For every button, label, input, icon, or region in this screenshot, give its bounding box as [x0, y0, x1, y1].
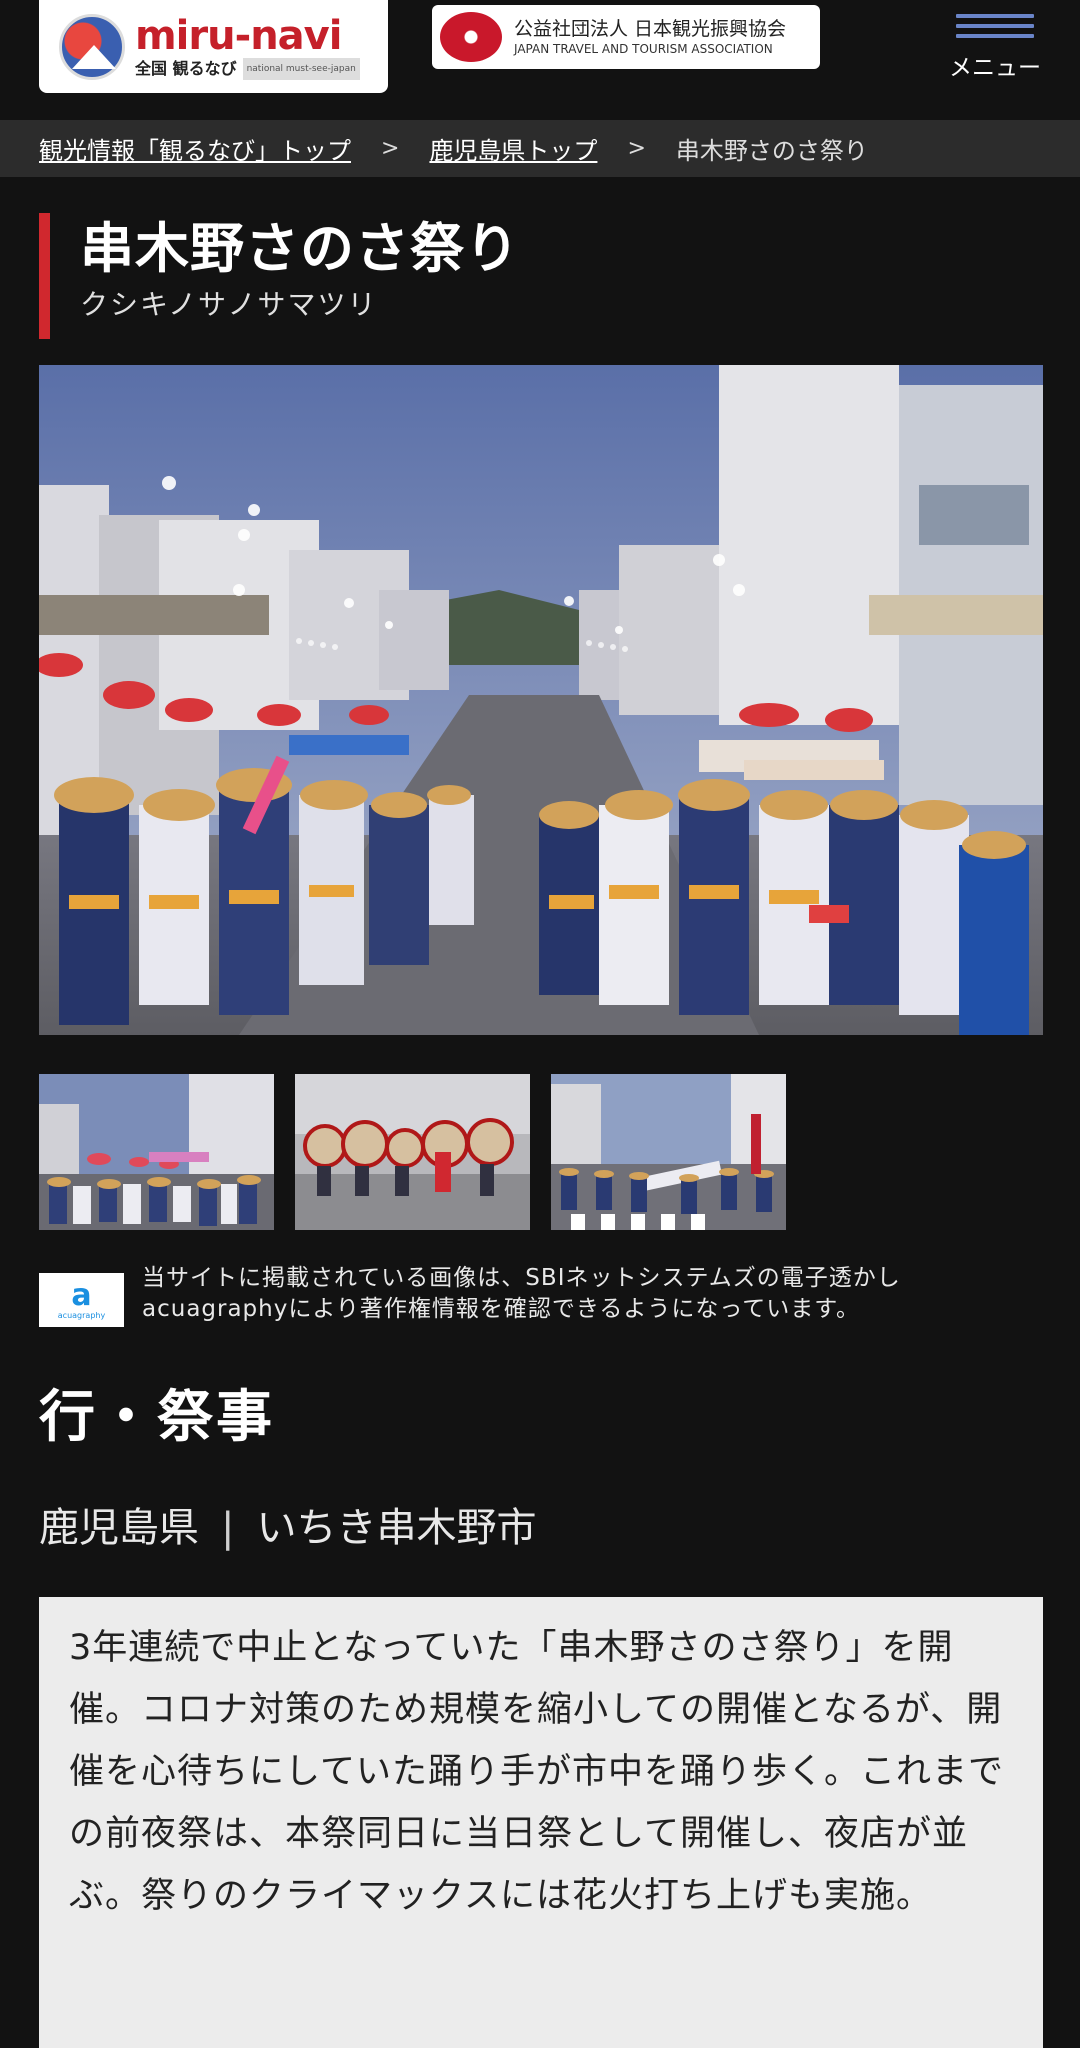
acuagraphy-logo-text: acuagraphy — [57, 1310, 106, 1320]
description-box: 3年連続で中止となっていた「串木野さのさ祭り」を開催。コロナ対策のため規模を縮小… — [39, 1597, 1043, 2048]
logo-subtitle-jp: 全国 観るなび — [135, 58, 237, 78]
logo-subtitle-en: national must-see-japan — [242, 57, 360, 80]
location-separator: | — [221, 1505, 235, 1551]
thumbnail-1[interactable] — [39, 1074, 274, 1230]
partner-name-en: JAPAN TRAVEL AND TOURISM ASSOCIATION — [514, 42, 773, 56]
thumbnail-image — [295, 1074, 530, 1230]
notice-text-line1: 当サイトに掲載されている画像は、SBIネットシステムズの電子透かし — [142, 1265, 901, 1291]
mount-fuji-logo-icon — [59, 13, 125, 80]
breadcrumb-prefecture-link[interactable]: 鹿児島県トップ — [429, 131, 597, 166]
breadcrumb-current: 串木野さのさ祭り — [675, 137, 868, 165]
main-photo[interactable] — [39, 365, 1043, 1035]
partner-name-jp: 公益社団法人 日本観光振興協会 — [514, 18, 787, 40]
location-city: いちき串木野市 — [256, 1505, 537, 1551]
event-description: 3年連続で中止となっていた「串木野さのさ祭り」を開催。コロナ対策のため規模を縮小… — [69, 1628, 1004, 1916]
breadcrumb-separator: > — [381, 136, 400, 161]
menu-button[interactable]: メニュー — [940, 8, 1050, 96]
event-category: 行・祭事 — [39, 1385, 275, 1450]
thumbnail-3[interactable] — [551, 1074, 786, 1230]
site-header: miru-navi 全国 観るなび national must-see-japa… — [0, 0, 1080, 120]
hamburger-icon — [956, 14, 1034, 18]
acuagraphy-logo: a acuagraphy — [39, 1273, 124, 1327]
thumbnail-image — [551, 1074, 786, 1230]
notice-text-line2: acuagraphyにより著作権情報を確認できるようになっています。 — [142, 1296, 860, 1322]
breadcrumb-home-link[interactable]: 観光情報「観るなび」トップ — [39, 131, 351, 166]
site-logo[interactable]: miru-navi 全国 観るなび national must-see-japa… — [39, 0, 388, 93]
breadcrumb: 観光情報「観るなび」トップ > 鹿児島県トップ > 串木野さのさ祭り — [0, 120, 1080, 177]
menu-label: メニュー — [949, 55, 1041, 81]
location-prefecture: 鹿児島県 — [39, 1505, 199, 1551]
thumbnail-image — [39, 1074, 274, 1230]
logo-wordmark: miru-navi — [135, 12, 342, 59]
page-title-kana: クシキノサノサマツリ — [80, 288, 378, 321]
acuagraphy-icon: a — [71, 1277, 92, 1313]
event-location: 鹿児島県 | いちき串木野市 — [39, 1500, 536, 1556]
watermark-notice: a acuagraphy 当サイトに掲載されている画像は、SBIネットシステムズ… — [39, 1263, 1043, 1333]
partner-logo[interactable]: 公益社団法人 日本観光振興協会 JAPAN TRAVEL AND TOURISM… — [432, 5, 820, 69]
page-title: 串木野さのさ祭り — [80, 217, 520, 280]
thumbnail-2[interactable] — [295, 1074, 530, 1230]
festival-parade-image — [39, 365, 1043, 1035]
title-block: 串木野さのさ祭り クシキノサノサマツリ — [39, 213, 1039, 339]
breadcrumb-separator: > — [627, 136, 646, 161]
jtta-mark-icon — [440, 12, 502, 62]
